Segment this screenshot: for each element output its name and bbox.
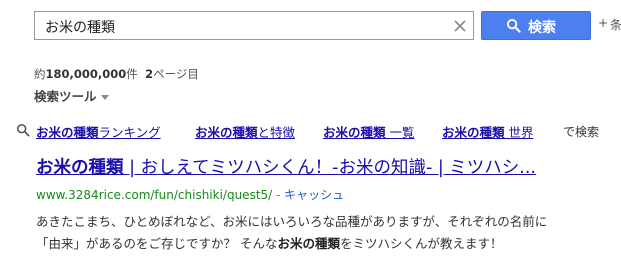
related-search-rest: と特徴: [257, 125, 296, 140]
result-url-separator: -: [272, 188, 285, 202]
result-title-link[interactable]: お米の種類 | おしえてミツハシくん！-お米の知識- | ミツハシ...: [36, 154, 536, 179]
result-url-line: www.3284rice.com/fun/chishiki/quest5/ - …: [36, 186, 344, 203]
related-search-bold: お米の種類: [36, 125, 99, 140]
search-tools-label: 検索ツール: [34, 89, 97, 104]
result-url[interactable]: www.3284rice.com/fun/chishiki/quest5/: [36, 188, 272, 202]
related-search-link[interactable]: お米の種類と特徴: [195, 122, 295, 141]
snippet-text: をミツハシくんが教えます！: [340, 236, 503, 251]
related-search-bold: お米の種類: [323, 125, 386, 140]
search-query-text: お米の種類: [45, 20, 115, 36]
result-title-rest: | おしえてミツハシくん！-お米の知識- | ミツハシ...: [123, 158, 536, 178]
search-button-label: 検索: [528, 20, 556, 36]
magnifier-icon: [16, 123, 30, 137]
snippet-line-2: 「由来」があるのをご存じですか？ そんなお米の種類をミツハシくんが教えます！: [36, 233, 547, 255]
stats-prefix: 約: [34, 67, 46, 81]
related-search-link[interactable]: お米の種類 一覧: [323, 122, 415, 141]
snippet-text: 「由来」があるのをご存じですか？ そんな: [36, 236, 278, 251]
related-search-bold: お米の種類: [442, 125, 505, 140]
related-search-rest: 一覧: [385, 125, 415, 140]
search-button[interactable]: 検索: [481, 11, 591, 40]
search-tools-toggle[interactable]: 検索ツール: [34, 86, 109, 105]
stats-count: 180,000,000: [45, 67, 127, 81]
result-title-bold: お米の種類: [36, 158, 124, 178]
result-stats: 約180,000,000件 2ページ目: [34, 66, 199, 82]
related-search-rest: 世界: [504, 125, 534, 140]
snippet-line-1: あきたこまち、ひとめぼれなど、お米にはいろいろな品種がありますが、それぞれの名前…: [36, 214, 548, 229]
related-search-rest: ランキング: [98, 125, 161, 140]
snippet-highlight: お米の種類: [277, 236, 340, 251]
plus-icon[interactable]: +: [598, 17, 608, 29]
search-input[interactable]: お米の種類: [34, 11, 474, 40]
related-search-link[interactable]: お米の種類 世界: [442, 122, 534, 141]
caret-down-icon: [100, 95, 109, 100]
stats-unit: 件: [126, 67, 138, 81]
related-search-bold: お米の種類: [195, 125, 258, 140]
related-search-link[interactable]: お米の種類ランキング: [36, 122, 161, 141]
cache-link[interactable]: キャッシュ: [284, 188, 344, 202]
clear-icon[interactable]: [452, 18, 468, 34]
result-snippet: あきたこまち、ひとめぼれなど、お米にはいろいろな品種がありますが、それぞれの名前…: [36, 211, 547, 255]
search-conditions-link[interactable]: 条: [610, 16, 621, 33]
stats-page-suffix: ページ目: [153, 67, 199, 81]
search-icon: [506, 18, 521, 33]
related-search-suffix: で検索: [563, 125, 600, 139]
stats-page-number: 2: [145, 67, 154, 81]
